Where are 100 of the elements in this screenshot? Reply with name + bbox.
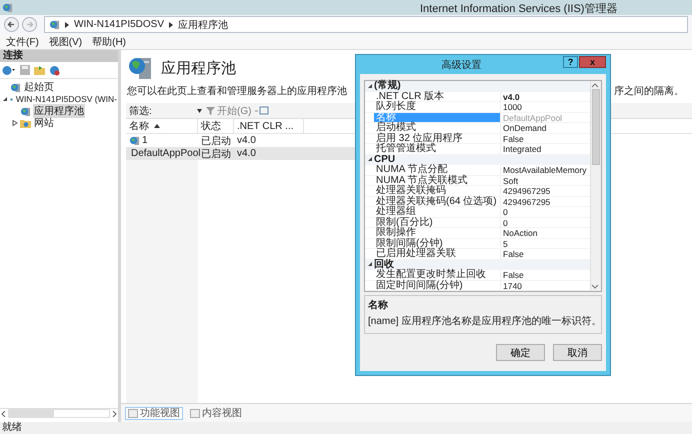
scroll-left-icon[interactable] [1,410,6,416]
view-icon [190,408,200,418]
property-value[interactable]: 1000 [501,102,590,112]
view-tab[interactable]: 内容视图 [187,406,245,420]
app-pool-icon [127,56,153,80]
property-name[interactable]: 已启用处理器关联 [374,249,501,258]
scroll-up-icon[interactable] [591,81,599,89]
property-name[interactable]: 处理器关联掩码(64 位选项) [374,196,501,206]
dialog-button[interactable]: 确定 [496,344,545,361]
collapse-icon[interactable] [366,82,372,89]
tree-item[interactable]: WIN-N141PI5DOSV (WIN- [14,94,118,104]
menu-item[interactable]: 文件(F) [6,34,39,48]
scrollbar-thumb[interactable] [9,410,54,417]
folder-icon[interactable] [34,65,45,75]
page-title: 应用程序池 [161,58,236,78]
filter-icon [206,106,215,114]
property-value[interactable]: 0 [501,207,590,216]
category-label[interactable]: (常规) [374,81,401,92]
dialog-title: 高级设置 [440,58,482,72]
dropdown-icon[interactable] [197,108,202,112]
tree-item[interactable]: 起始页 [23,80,55,94]
dialog-button[interactable]: 取消 [553,344,602,361]
description-text: [name] 应用程序池名称是应用程序池的唯一标识符。 [368,314,598,328]
category-label[interactable]: CPU [374,154,396,165]
property-value[interactable]: False [501,134,590,143]
property-value[interactable]: 4294967295 [501,196,590,206]
view-tab[interactable]: 功能视图 [125,406,183,420]
category-label[interactable]: 回收 [374,260,394,270]
breadcrumb-item[interactable]: WIN-N141PI5DOSV [74,19,164,30]
menu-item[interactable]: 视图(V) [48,34,82,48]
pane-title: 连接 [0,50,118,62]
property-value[interactable]: Soft [501,176,590,185]
table-cell: v4.0 [237,148,256,159]
property-value[interactable]: OnDemand [501,123,590,132]
property-value[interactable]: NoAction [501,228,590,238]
property-name[interactable]: 处理器关联掩码 [374,186,501,196]
status-bar: 就绪 [0,422,692,434]
table-cell: 1 [142,135,148,146]
collapse-icon[interactable] [366,261,372,268]
scroll-right-icon[interactable] [112,410,117,416]
description-title: 名称 [368,298,389,312]
column-header[interactable]: 状态 [198,119,234,133]
collapse-icon[interactable] [2,96,8,102]
disconnect-icon[interactable] [49,64,60,76]
collapse-icon[interactable] [366,156,372,162]
property-value[interactable]: 1740 [501,280,590,290]
property-name[interactable]: 托管管道模式 [374,144,501,154]
address-field[interactable]: WIN-N141PI5DOSV 应用程序池 [44,16,688,33]
property-name[interactable]: 队列长度 [374,102,501,112]
app-pool-icon [129,135,140,146]
scroll-down-icon[interactable] [591,283,599,291]
property-name[interactable]: 处理器组 [374,207,501,216]
property-name[interactable]: NUMA 节点关联模式 [374,176,501,185]
property-value[interactable]: Integrated [501,144,590,154]
column-header[interactable]: 名称 [126,119,198,133]
app-pool-icon [20,106,31,116]
table-cell: DefaultAppPool [131,148,200,159]
property-name[interactable]: 启用 32 位应用程序 [374,134,501,143]
expand-icon[interactable] [12,120,18,126]
folder-icon [20,118,31,128]
menu-item[interactable]: 帮助(H) [92,34,126,48]
go-button[interactable]: 开始(G) [206,104,252,118]
property-name[interactable]: 限制操作 [374,228,501,238]
app-icon [2,2,13,13]
property-value[interactable]: 0 [501,218,590,227]
forward-arrow-icon [25,20,34,29]
help-button[interactable]: ? [563,56,578,68]
back-arrow-icon [7,20,16,29]
start-page-icon [10,82,21,92]
page-description: 序之间的隔离。 [614,84,684,98]
property-name[interactable]: .NET CLR 版本 [374,92,501,101]
property-name[interactable]: NUMA 节点分配 [374,165,501,174]
back-button[interactable] [4,17,19,32]
property-value[interactable]: False [501,249,590,258]
property-value[interactable]: 4294967295 [501,186,590,196]
property-value[interactable]: False [501,270,590,280]
tree-item[interactable]: 应用程序池 [33,104,85,118]
tree-item[interactable]: 网站 [33,116,55,130]
property-name[interactable]: 启动模式 [374,123,501,132]
window-title: Internet Information Services (IIS)管理器 [420,2,618,16]
property-value[interactable]: 5 [501,238,590,248]
property-name[interactable]: 发生配置更改时禁止回收 [374,270,501,280]
breadcrumb-item[interactable]: 应用程序池 [178,18,228,32]
table-cell: v4.0 [237,135,256,146]
horizontal-scrollbar[interactable] [0,408,118,418]
property-name[interactable]: 限制(百分比) [374,218,501,227]
scrollbar-thumb[interactable] [592,89,600,165]
property-value[interactable]: MostAvailableMemory [501,165,590,174]
vertical-scrollbar[interactable] [590,81,601,291]
property-name[interactable]: 限制间隔(分钟) [374,238,501,248]
page-description: 您可以在此页上查看和管理服务器上的应用程序池 [127,84,347,98]
connect-icon[interactable] [2,64,16,76]
column-header[interactable]: .NET CLR ... [234,119,304,133]
property-value[interactable]: v4.0 [501,92,590,101]
close-button[interactable]: x [579,56,606,68]
show-all-icon[interactable] [255,106,270,116]
table-cell-text: 已启动 [201,148,231,160]
chevron-icon [169,22,174,28]
chevron-icon [65,22,69,28]
property-name[interactable]: 固定时间间隔(分钟) [374,280,501,290]
